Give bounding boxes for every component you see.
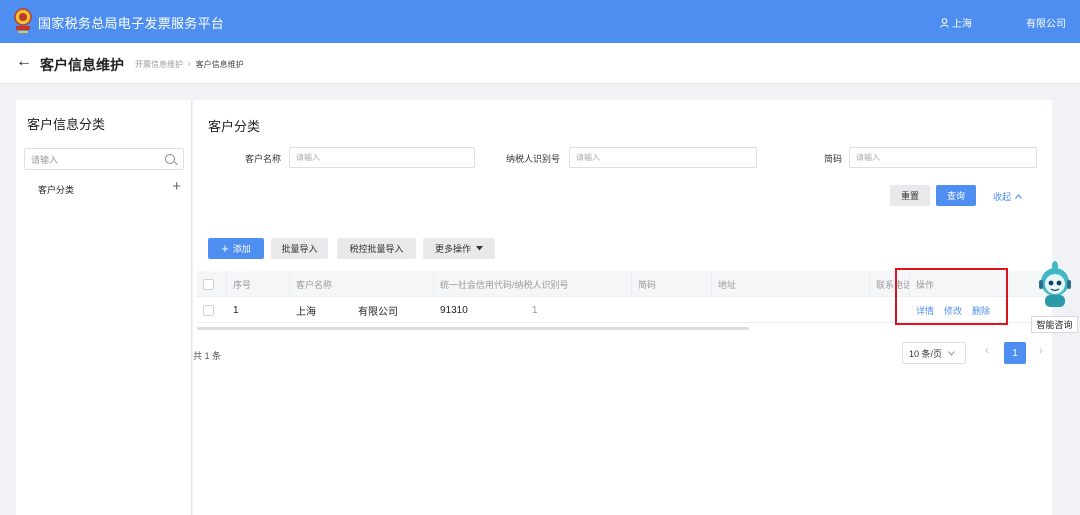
app-title: 国家税务总局电子发票服务平台 — [38, 16, 225, 31]
short-code-label: 简码 — [824, 154, 843, 164]
category-panel: 客户信息分类 请输入 客户分类 + — [16, 100, 192, 515]
assistant-label[interactable]: 智能咨询 — [1031, 316, 1078, 333]
select-all-checkbox[interactable] — [203, 278, 214, 290]
main-panel: 客户分类 客户名称 请输入 纳税人识别号 请输入 简码 请输入 重置 查询 收起… — [193, 100, 1052, 515]
category-search-placeholder: 请输入 — [31, 154, 59, 165]
page-title: 客户信息维护 — [40, 57, 124, 73]
col-index: 序号 — [227, 271, 290, 297]
section-title: 客户分类 — [208, 119, 261, 134]
breadcrumb-item-invoice-info[interactable]: 开票信息维护 — [135, 59, 183, 70]
delete-link[interactable]: 删除 — [972, 304, 990, 317]
query-button[interactable]: 查询 — [936, 185, 976, 206]
select-all-cell — [197, 271, 227, 297]
reset-button[interactable]: 重置 — [890, 185, 930, 206]
collapse-label: 收起 — [993, 192, 1012, 202]
more-actions-dropdown[interactable]: 更多操作 — [423, 238, 495, 259]
row-tax-id-prefix: 91310 — [440, 304, 468, 316]
col-short-code: 简码 — [632, 271, 712, 297]
search-icon[interactable] — [165, 154, 175, 164]
col-phone: 联系电话 — [870, 271, 910, 297]
page-header: ← 客户信息维护 开票信息维护 › 客户信息维护 — [0, 43, 1080, 84]
category-panel-title: 客户信息分类 — [27, 117, 106, 132]
tree-item-customer-category[interactable]: 客户分类 — [38, 183, 74, 196]
breadcrumb-item-current: 客户信息维护 — [195, 60, 244, 69]
add-category-icon[interactable]: + — [172, 178, 181, 195]
table-horizontal-scrollbar[interactable] — [197, 327, 749, 330]
back-arrow-icon[interactable]: ← — [16, 54, 32, 70]
table-row: 1 上海 有限公司 91310 1 详情 修改 删除 — [197, 297, 1052, 323]
row-customer-name-suffix: 有限公司 — [358, 306, 398, 318]
row-tax-id-suffix: 1 — [531, 304, 538, 316]
chevron-up-icon — [1015, 194, 1022, 199]
chevron-down-icon — [948, 350, 955, 356]
user-menu[interactable]: 上海 — [940, 15, 972, 30]
breadcrumb-separator-icon: › — [188, 59, 191, 68]
tax-batch-import-button[interactable]: 税控批量导入 — [337, 238, 416, 259]
customer-name-label: 客户名称 — [245, 154, 282, 164]
edit-link[interactable]: 修改 — [944, 304, 962, 317]
row-index: 1 — [233, 304, 239, 316]
more-actions-label: 更多操作 — [434, 244, 471, 254]
page-size-select[interactable]: 10 条/页 — [902, 342, 966, 364]
breadcrumb: 开票信息维护 › 客户信息维护 — [135, 59, 244, 70]
table-header: 序号 客户名称 统一社会信用代码/纳税人识别号 简码 地址 联系电话 操作 — [197, 271, 1052, 297]
tax-emblem-icon — [14, 8, 32, 33]
page-size-value: 10 条/页 — [909, 348, 943, 359]
detail-link[interactable]: 详情 — [916, 304, 934, 317]
row-checkbox[interactable] — [203, 304, 214, 316]
next-page-icon[interactable]: › — [1039, 345, 1043, 357]
collapse-toggle[interactable]: 收起 — [993, 190, 1022, 203]
category-search-input[interactable]: 请输入 — [24, 148, 184, 170]
customer-name-input[interactable]: 请输入 — [289, 147, 475, 168]
user-name: 上海 — [952, 19, 972, 30]
add-button-label: 添加 — [232, 244, 251, 254]
prev-page-icon[interactable]: ‹ — [985, 345, 989, 357]
row-tax-id: 91310 1 — [434, 297, 632, 323]
col-customer-name: 客户名称 — [290, 271, 434, 297]
caret-down-icon — [476, 246, 483, 251]
row-select-cell — [197, 297, 227, 323]
plus-icon: + — [221, 241, 229, 256]
batch-import-button[interactable]: 批量导入 — [271, 238, 328, 259]
col-tax-id: 统一社会信用代码/纳税人识别号 — [434, 271, 632, 297]
col-address: 地址 — [712, 271, 870, 297]
taxpayer-id-label: 纳税人识别号 — [506, 154, 561, 164]
total-count: 共 1 条 — [193, 351, 222, 361]
row-customer-name: 上海 有限公司 — [290, 297, 434, 323]
short-code-input[interactable]: 请输入 — [849, 147, 1037, 168]
add-button[interactable]: + 添加 — [208, 238, 264, 259]
user-icon — [940, 17, 949, 28]
page-number-current[interactable]: 1 — [1004, 342, 1026, 364]
company-name[interactable]: 有限公司 — [1026, 15, 1066, 30]
row-customer-name-prefix: 上海 — [296, 306, 316, 318]
taxpayer-id-input[interactable]: 请输入 — [569, 147, 757, 168]
top-bar: 国家税务总局电子发票服务平台 上海 有限公司 — [0, 0, 1080, 43]
